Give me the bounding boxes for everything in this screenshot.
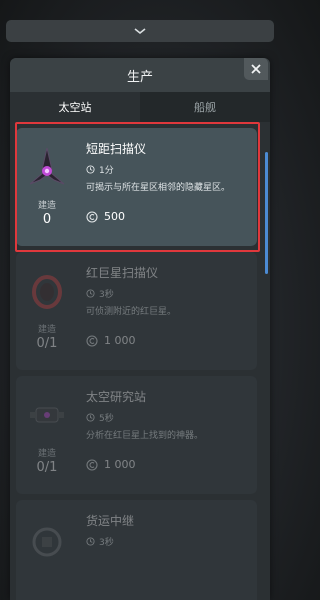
cost-value: 1 000 <box>104 334 136 347</box>
item-cost: 1 000 <box>86 334 136 347</box>
build-time: 3秒 <box>86 287 114 300</box>
credits-icon <box>86 458 98 471</box>
list-item-short-range-scanner[interactable]: 建造 0 短距扫描仪 1分 可揭示与所在星区相邻的隐藏星区。 500 <box>16 128 257 246</box>
build-time-value: 1分 <box>99 166 114 176</box>
space-research-station-icon <box>26 394 68 436</box>
item-name: 短距扫描仪 <box>86 142 147 156</box>
clock-icon <box>86 289 95 298</box>
build-count: 0 <box>42 212 52 227</box>
clock-icon <box>86 537 95 546</box>
build-time-value: 5秒 <box>99 414 114 424</box>
build-count: 0/1 <box>36 336 58 351</box>
item-name: 货运中继 <box>86 514 135 528</box>
cargo-relay-icon <box>26 518 68 560</box>
build-time-value: 3秒 <box>99 290 114 300</box>
list-item-red-giant-scanner[interactable]: 建造 0/1 红巨星扫描仪 3秒 可侦测附近的红巨星。 1 000 <box>16 252 257 370</box>
close-icon <box>251 64 261 74</box>
build-time: 1分 <box>86 163 114 176</box>
build-label: 建造 <box>37 449 56 459</box>
production-list: 建造 0 短距扫描仪 1分 可揭示与所在星区相邻的隐藏星区。 500 建造 0/… <box>10 122 270 600</box>
list-item-cargo-relay[interactable]: 货运中继 3秒 <box>16 500 257 600</box>
tab-space-station[interactable]: 太空站 <box>10 92 140 122</box>
build-time: 3秒 <box>86 535 114 548</box>
chevron-down-icon <box>134 28 146 35</box>
item-description: 可侦测附近的红巨星。 <box>86 307 177 317</box>
item-name: 红巨星扫描仪 <box>86 266 159 280</box>
scrollbar[interactable] <box>265 152 268 332</box>
clock-icon <box>86 165 95 174</box>
credits-icon <box>86 334 98 347</box>
item-cost: 1 000 <box>86 458 136 471</box>
build-label: 建造 <box>37 325 56 335</box>
build-time-value: 3秒 <box>99 538 114 548</box>
item-name: 太空研究站 <box>86 390 147 404</box>
scrollbar-thumb[interactable] <box>265 152 268 274</box>
build-time: 5秒 <box>86 411 114 424</box>
close-button[interactable] <box>244 58 268 80</box>
item-description: 分析在红巨星上找到的神器。 <box>86 431 204 441</box>
cost-value: 1 000 <box>104 458 136 471</box>
item-description: 可揭示与所在星区相邻的隐藏星区。 <box>86 183 231 193</box>
tab-ships[interactable]: 船舰 <box>140 92 270 122</box>
credits-icon <box>86 210 98 223</box>
production-panel: 生产 太空站 船舰 建造 0 短距扫描仪 1分 可揭示与所在星区相邻的隐藏星区。… <box>10 58 270 600</box>
red-giant-scanner-icon <box>26 270 68 312</box>
item-cost: 500 <box>86 210 125 223</box>
clock-icon <box>86 413 95 422</box>
collapse-bar[interactable] <box>6 20 274 42</box>
panel-title: 生产 <box>126 69 153 85</box>
build-count: 0/1 <box>36 460 58 475</box>
panel-header: 生产 <box>10 58 270 92</box>
tab-bar: 太空站 船舰 <box>10 92 270 122</box>
cost-value: 500 <box>104 210 125 223</box>
build-label: 建造 <box>37 201 56 211</box>
list-item-space-research-station[interactable]: 建造 0/1 太空研究站 5秒 分析在红巨星上找到的神器。 1 000 <box>16 376 257 494</box>
short-range-scanner-icon <box>26 146 68 188</box>
